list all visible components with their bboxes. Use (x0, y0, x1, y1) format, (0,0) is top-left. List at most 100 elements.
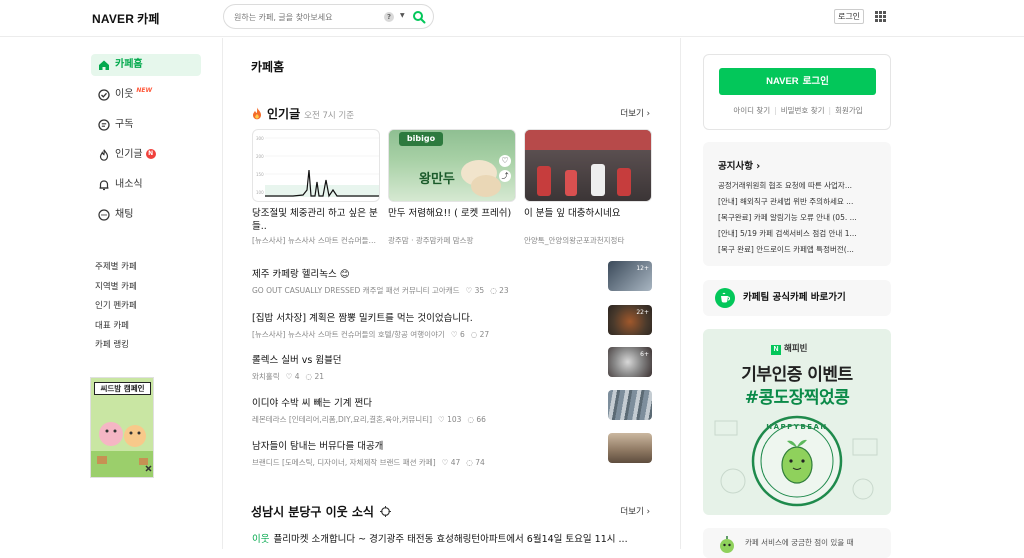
svg-text:HAPPYBEAN: HAPPYBEAN (766, 423, 828, 431)
post-thumbnail: 6+ (608, 347, 652, 377)
sidebar-item-chat[interactable]: 채팅 (91, 204, 201, 226)
notice-item[interactable]: [안내] 5/19 카페 검색서비스 점검 안내 1... (718, 228, 878, 239)
card-source: 안양톡_안양의왕군포과천지정타 (524, 236, 625, 245)
find-id-link[interactable]: 아이디 찾기 (733, 106, 770, 115)
sidebar-link-region[interactable]: 지역별 카페 (95, 280, 137, 292)
event-hashtag: #콩도장찍었콩 (744, 388, 850, 408)
neighbor-list-item[interactable]: 이웃 플리마켓 소개합니다 ~ 경기광주 태전동 효성해링턴아파트에서 6월14일… (252, 531, 652, 545)
sidebar-link-representative[interactable]: 대표 카페 (95, 319, 129, 331)
sidebar-link-ranking[interactable]: 카페 랭킹 (95, 338, 129, 350)
notice-item[interactable]: [복구완료] 카페 알림기능 오류 안내 (05. ... (718, 212, 878, 223)
sidebar-link-topic[interactable]: 주제별 카페 (95, 260, 137, 272)
search-help-icon[interactable]: ? (384, 12, 394, 22)
chevron-right-icon: › (646, 507, 650, 517)
home-icon (99, 60, 109, 70)
happybean-brand: N 해피빈 (771, 342, 807, 355)
more-label: 더보기 (620, 109, 644, 119)
notice-item[interactable]: [안내] 해외직구 관세법 위반 주의하세요 ... (718, 196, 878, 207)
post-title: 이디야 수박 씨 빼는 기계 쩐다 (252, 398, 372, 409)
search-input[interactable] (234, 10, 374, 24)
campaign-illustration (91, 422, 153, 477)
naver-cafe-logo[interactable]: NAVER 카페 (92, 10, 160, 27)
list-item[interactable]: 제주 카페랑 헬리녹스 😊 GO OUT CASUALLY DRESSED 캐주… (252, 261, 652, 298)
bean-stamp-illustration: HAPPYBEAN (714, 415, 878, 507)
popular-title-text: 인기글 (267, 107, 301, 121)
bell-icon (99, 180, 109, 191)
n-badge: N (145, 149, 156, 159)
header-login-button[interactable]: 로그인 (834, 9, 864, 24)
top-header: NAVER카페 ? ▼ 로그인 (0, 0, 1024, 37)
popular-time-basis: 오전 7시 기준 (304, 111, 355, 121)
search-icon[interactable] (412, 10, 426, 24)
heart-icon: ♡ (285, 372, 293, 381)
sidebar-link-fancafe[interactable]: 인기 펜카페 (95, 299, 137, 311)
sidebar-item-neighbor[interactable]: 이웃 NEW (91, 84, 201, 106)
notice-item[interactable]: [복구 완료] 안드로이드 카페앱 특정버전(... (718, 244, 878, 255)
notice-title[interactable]: 공지사항 › (718, 158, 760, 172)
post-cafe: 브랜디드 [도메스틱, 디자이너, 자체제작 브랜드 패션 카페] (252, 458, 436, 467)
signup-link[interactable]: 회원가입 (835, 106, 863, 115)
naver-login-button[interactable]: NAVER 로그인 (719, 68, 876, 95)
svg-text:300: 300 (256, 136, 264, 141)
cafe-cup-icon (715, 288, 735, 308)
seed-campaign-banner[interactable]: 씨드밤 캠페인 (90, 377, 154, 478)
image-count-badge: 22+ (636, 309, 649, 316)
popular-card[interactable]: 300 200 150 100 당조절및 체중관리 하고 싶은 분들.. [뉴스… (252, 129, 380, 246)
thumb-text: 왕만두 (419, 172, 455, 187)
main-content: 카페홈 인기글 오전 7시 기준 더보기 › 300 200 150 100 당조… (224, 38, 681, 549)
official-cafe-link[interactable]: 카페팀 공식카페 바로가기 (703, 280, 891, 316)
help-panel[interactable]: 카페 서비스에 궁금한 점이 있을 때 (703, 528, 891, 558)
post-meta: [뉴스사사] 뉴스사사 스마트 컨슈머들의 호텔/항공 여행이야기 ♡ 6 ◌ 27 (252, 329, 652, 340)
notice-item[interactable]: 공정거래위원회 협조 요청에 따른 사업자... (718, 180, 878, 191)
chevron-right-icon: › (756, 161, 761, 172)
location-target-icon[interactable] (380, 506, 392, 517)
svg-text:100: 100 (256, 190, 264, 195)
comment-count: 27 (479, 330, 490, 339)
popular-more-link[interactable]: 더보기 › (620, 107, 650, 119)
find-password-link[interactable]: 비밀번호 찾기 (781, 106, 825, 115)
comment-icon: ◌ (466, 458, 473, 467)
sidebar-item-popular[interactable]: 인기글 N (91, 144, 201, 166)
sidebar-item-subscribe[interactable]: 구독 (91, 114, 201, 136)
neighbor-tag: 이웃 (252, 534, 270, 545)
neighbor-item-title: 플리마켓 소개합니다 ~ 경기광주 태전동 효성해링턴아파트에서 6월14일 토… (273, 534, 628, 545)
list-item[interactable]: 롤렉스 실버 vs 윔블던 와치홀릭 ♡ 4 ◌ 21 6+ (252, 347, 652, 384)
login-label: 로그인 (802, 76, 829, 87)
sidebar-item-cafe-home[interactable]: 카페홈 (91, 54, 201, 76)
image-count-badge: 12+ (636, 265, 649, 272)
like-count: 4 (294, 372, 300, 381)
chat-icon (98, 209, 110, 221)
popular-card[interactable]: bibigo 왕만두 ♡ ⤴ 만두 저렴해요!! ( 로켓 프레쉬) 광주맘 ·… (388, 129, 516, 246)
neighbor-more-link[interactable]: 더보기 › (620, 505, 650, 517)
glucose-graph-image: 300 200 150 100 (256, 136, 379, 198)
post-cafe: 레몬테라스 [인테리어,리폼,DIY,요리,결혼,육아,커뮤니티] (252, 415, 433, 424)
list-item[interactable]: 이디야 수박 씨 빼는 기계 쩐다 레몬테라스 [인테리어,리폼,DIY,요리,… (252, 390, 652, 427)
like-count: 35 (474, 286, 485, 295)
login-panel: NAVER 로그인 아이디 찾기 | 비밀번호 찾기 | 회원가입 (703, 54, 891, 130)
heart-icon[interactable]: ♡ (499, 155, 511, 167)
document-icon (98, 119, 110, 131)
sidebar-item-my-news[interactable]: 내소식 (91, 174, 201, 196)
heart-icon: ♡ (438, 415, 445, 424)
list-item[interactable]: 남자들이 탐내는 버뮤다를 대공개 브랜디드 [도메스틱, 디자이너, 자체제작… (252, 433, 652, 470)
post-thumbnail: 12+ (608, 261, 652, 291)
search-bar: ? ▼ (223, 4, 434, 29)
card-source: 광주맘 · 광주맘카페 맘스팡 (388, 236, 474, 245)
popular-card[interactable]: 이 분들 잎 대충하시네요 안양톡_안양의왕군포과천지정타 (524, 129, 652, 246)
post-cafe: GO OUT CASUALLY DRESSED 캐주얼 패션 커뮤니티 고아캐드 (252, 286, 460, 295)
chevron-right-icon: › (646, 109, 650, 119)
happybean-event-banner[interactable]: N 해피빈 기부인증 이벤트 #콩도장찍었콩 HAPPYBEAN (703, 329, 891, 515)
share-icon[interactable]: ⤴ (499, 170, 511, 182)
left-sidebar: 카페홈 이웃 NEW 구독 인기글 N 내소식 채팅 주제별 카페 지역별 카페 인… (0, 38, 223, 549)
list-item[interactable]: [집밥 서차장] 계획은 짬뽕 밀키트를 먹는 것이었습니다. [뉴스사사] 뉴… (252, 305, 652, 342)
card-thumbnail: 300 200 150 100 (252, 129, 380, 202)
like-count: 6 (459, 330, 465, 339)
comment-icon: ◌ (467, 415, 475, 424)
apps-grid-icon[interactable] (875, 11, 886, 22)
post-thumbnail (608, 433, 652, 463)
banner-title: 씨드밤 캠페인 (94, 382, 151, 395)
search-option-dropdown-icon[interactable]: ▼ (400, 12, 405, 19)
post-title: [집밥 서차장] 계획은 짬뽕 밀키트를 먹는 것이었습니다. (252, 313, 473, 324)
sidebar-item-label: 채팅 (115, 209, 134, 220)
sidebar-item-label: 카페홈 (115, 59, 143, 70)
